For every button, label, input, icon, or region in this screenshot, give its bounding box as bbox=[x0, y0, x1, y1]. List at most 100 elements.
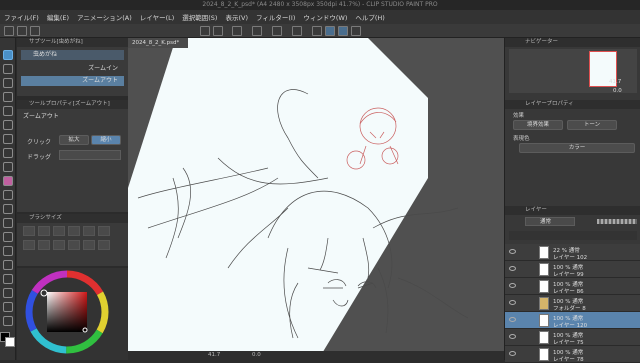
subtool-zoom-in[interactable]: ズームイン bbox=[21, 64, 124, 74]
selection-tool-icon[interactable] bbox=[3, 92, 13, 102]
zoom-tool-icon[interactable] bbox=[3, 50, 13, 60]
crop-icon[interactable] bbox=[312, 26, 322, 36]
navigator-preview[interactable] bbox=[509, 49, 637, 93]
blend-mode-select[interactable]: 通常 bbox=[525, 217, 575, 226]
visibility-eye-icon[interactable] bbox=[509, 300, 516, 305]
eyedropper-tool-icon[interactable] bbox=[3, 120, 13, 130]
zoom-out-option[interactable]: 縮小 bbox=[91, 135, 121, 145]
navigator-header: ナビゲーター bbox=[505, 38, 640, 47]
menu-filter[interactable]: フィルター(I) bbox=[256, 12, 295, 22]
visibility-eye-icon[interactable] bbox=[509, 334, 516, 339]
text-tool-icon[interactable] bbox=[3, 302, 13, 312]
blend-tool-icon[interactable] bbox=[3, 218, 13, 228]
opacity-slider[interactable] bbox=[597, 219, 637, 224]
drag-mode-select[interactable] bbox=[59, 150, 121, 160]
brush-tool-icon[interactable] bbox=[3, 162, 13, 172]
visibility-eye-icon[interactable] bbox=[509, 266, 516, 271]
pen-tool-icon[interactable] bbox=[3, 134, 13, 144]
fill-icon[interactable] bbox=[252, 26, 262, 36]
transform-icon[interactable] bbox=[272, 26, 282, 36]
canvas-status-bar: 41.7 0.0 bbox=[128, 351, 504, 360]
subtool-header: サブツール[虫めがね] bbox=[17, 38, 128, 47]
ruler-tool-icon[interactable] bbox=[3, 288, 13, 298]
visibility-eye-icon[interactable] bbox=[509, 351, 516, 356]
expression-color-select[interactable]: カラー bbox=[519, 143, 635, 153]
menu-bar: ファイル(F) 編集(E) アニメーション(A) レイヤー(L) 選択範囲(S)… bbox=[0, 10, 640, 24]
layer-row[interactable]: 100 % 通常 レイヤー 99 bbox=[505, 261, 640, 278]
snap-grid-icon[interactable] bbox=[351, 26, 361, 36]
visibility-eye-icon[interactable] bbox=[509, 317, 516, 322]
move-tool-icon[interactable] bbox=[3, 64, 13, 74]
status-angle: 0.0 bbox=[252, 352, 261, 358]
brush-size-preset[interactable] bbox=[68, 240, 80, 250]
layer-row-selected[interactable]: 100 % 通常 レイヤー 120 bbox=[505, 312, 640, 329]
subtool-group[interactable]: 虫めがね bbox=[21, 50, 124, 60]
airbrush-tool-icon[interactable] bbox=[3, 190, 13, 200]
menu-selection[interactable]: 選択範囲(S) bbox=[182, 12, 217, 22]
layer-name: レイヤー 99 bbox=[553, 272, 584, 278]
command-bar bbox=[0, 24, 640, 38]
visibility-eye-icon[interactable] bbox=[509, 249, 516, 254]
eraser-tool-icon[interactable] bbox=[3, 204, 13, 214]
balloon-tool-icon[interactable] bbox=[3, 316, 13, 326]
menu-edit[interactable]: 編集(E) bbox=[47, 12, 69, 22]
clear-icon[interactable] bbox=[232, 26, 242, 36]
gradient-tool-icon[interactable] bbox=[3, 246, 13, 256]
layer-name: レイヤー 120 bbox=[553, 323, 588, 329]
figure-tool-icon[interactable] bbox=[3, 260, 13, 270]
snap-special-ruler-icon[interactable] bbox=[338, 26, 348, 36]
lasso-tool-icon[interactable] bbox=[3, 106, 13, 116]
document-tab[interactable]: 2024_8_2_K.psd* bbox=[128, 38, 188, 48]
layer-row[interactable]: 100 % 通常 レイヤー 86 bbox=[505, 278, 640, 295]
layer-property-header: レイヤープロパティ bbox=[505, 100, 640, 109]
drawing-canvas[interactable] bbox=[128, 38, 504, 360]
folder-row[interactable]: 100 % 通常 フォルダー 8 bbox=[505, 295, 640, 312]
brush-size-preset[interactable] bbox=[98, 226, 110, 236]
operation-tool-icon[interactable] bbox=[3, 78, 13, 88]
brush-size-preset[interactable] bbox=[68, 226, 80, 236]
undo-icon[interactable] bbox=[200, 26, 210, 36]
menu-animation[interactable]: アニメーション(A) bbox=[77, 12, 132, 22]
layer-thumbnail bbox=[539, 263, 549, 276]
sub-color-swatch[interactable] bbox=[5, 337, 15, 347]
deselect-icon[interactable] bbox=[292, 26, 302, 36]
brush-size-preset[interactable] bbox=[53, 240, 65, 250]
menu-layer[interactable]: レイヤー(L) bbox=[140, 12, 175, 22]
toolprop-name: ズームアウト bbox=[23, 113, 59, 120]
fill-tool-icon[interactable] bbox=[3, 232, 13, 242]
brush-size-preset[interactable] bbox=[23, 226, 35, 236]
brush-size-preset[interactable] bbox=[23, 240, 35, 250]
menu-view[interactable]: 表示(V) bbox=[225, 12, 248, 22]
frame-tool-icon[interactable] bbox=[3, 274, 13, 284]
tone-button[interactable]: トーン bbox=[567, 120, 617, 130]
menu-window[interactable]: ウィンドウ(W) bbox=[303, 12, 347, 22]
snap-ruler-icon[interactable] bbox=[325, 26, 335, 36]
canvas-area[interactable] bbox=[128, 38, 504, 360]
brush-size-preset[interactable] bbox=[83, 240, 95, 250]
brush-size-preset[interactable] bbox=[53, 226, 65, 236]
layer-row[interactable]: 100 % 通常 レイヤー 78 bbox=[505, 346, 640, 363]
pencil-tool-icon[interactable] bbox=[3, 148, 13, 158]
zoom-in-option[interactable]: 拡大 bbox=[59, 135, 89, 145]
brush-size-preset[interactable] bbox=[38, 240, 50, 250]
layer-row[interactable]: 22 % 通常 レイヤー 102 bbox=[505, 244, 640, 261]
subtool-zoom-out[interactable]: ズームアウト bbox=[21, 76, 124, 86]
navigator-zoom: 41.7 bbox=[609, 79, 622, 85]
border-effect-button[interactable]: 境界効果 bbox=[513, 120, 563, 130]
window-title: 2024_8_2_K_psd* (A4 2480 x 3508px 350dpi… bbox=[202, 1, 438, 8]
new-file-icon[interactable] bbox=[4, 26, 14, 36]
color-wheel[interactable] bbox=[17, 268, 128, 360]
visibility-eye-icon[interactable] bbox=[509, 283, 516, 288]
menu-help[interactable]: ヘルプ(H) bbox=[355, 12, 384, 22]
decoration-tool-icon[interactable] bbox=[3, 176, 13, 186]
save-icon[interactable] bbox=[30, 26, 40, 36]
menu-file[interactable]: ファイル(F) bbox=[4, 12, 39, 22]
brush-size-preset[interactable] bbox=[38, 226, 50, 236]
open-icon[interactable] bbox=[17, 26, 27, 36]
layer-row[interactable]: 100 % 通常 レイヤー 75 bbox=[505, 329, 640, 346]
brush-size-preset[interactable] bbox=[98, 240, 110, 250]
brush-size-preset[interactable] bbox=[83, 226, 95, 236]
effect-label: 効果 bbox=[513, 113, 525, 119]
document-tab-label: 2024_8_2_K.psd* bbox=[132, 40, 180, 46]
redo-icon[interactable] bbox=[213, 26, 223, 36]
